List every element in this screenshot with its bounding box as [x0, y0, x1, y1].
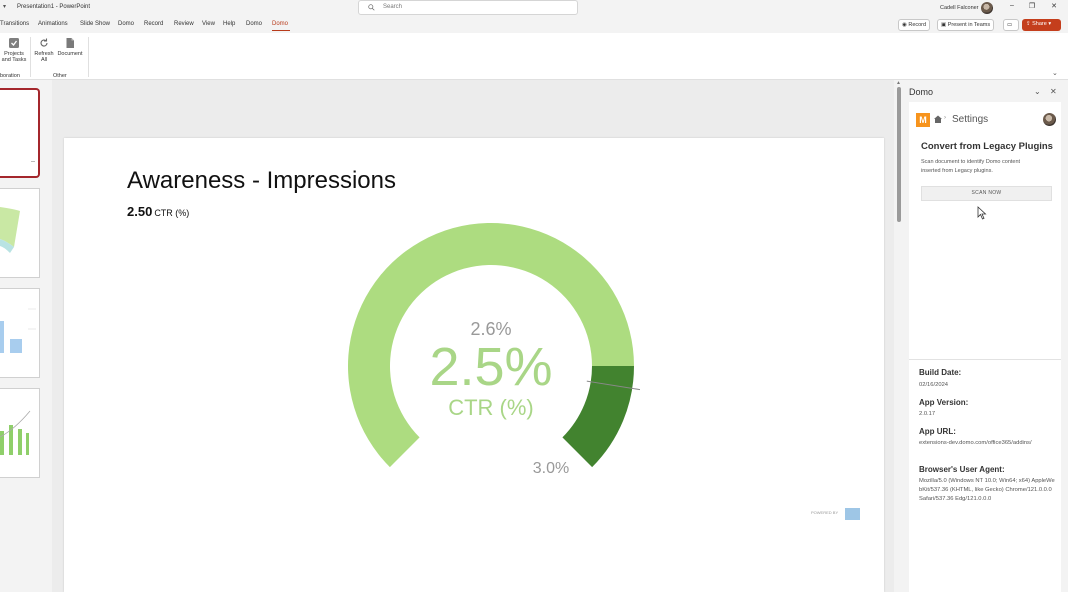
slide-title: Awareness - Impressions	[127, 167, 396, 194]
record-icon: ◉	[902, 22, 907, 28]
slide-thumbnail-2[interactable]	[0, 188, 40, 278]
menu-domo[interactable]: Domo	[118, 21, 134, 27]
gauge-label-text: CTR (%)	[448, 395, 534, 420]
slide-thumbnail-4[interactable]	[0, 388, 40, 478]
user-avatar[interactable]	[981, 2, 993, 14]
scrollbar-thumb[interactable]	[897, 87, 901, 222]
pane-options-chevron-icon[interactable]: ⌄	[1034, 87, 1041, 96]
domo-m-logo-icon: M	[916, 113, 930, 127]
collaboration-group-label: boration	[0, 73, 20, 79]
ribbon-separator	[88, 37, 89, 77]
slide-thumbnail-1[interactable]	[0, 88, 40, 178]
home-icon[interactable]	[933, 114, 943, 124]
thumb-bar-chart-graphic	[0, 308, 36, 353]
pane-title: Domo	[909, 87, 934, 97]
close-window-icon[interactable]: ✕	[1048, 2, 1060, 12]
search-placeholder: Search	[383, 4, 403, 10]
menu-domo-2[interactable]: Domo	[246, 21, 262, 27]
app-url-value: extensions-dev.domo.com/office365/addins…	[919, 440, 1032, 446]
projects-and-tasks-button[interactable]: Projects and Tasks	[1, 37, 27, 63]
share-button-label: Share	[1032, 21, 1047, 27]
share-button[interactable]: ⇪ Share ▾	[1022, 19, 1061, 31]
present-in-teams-label: Present in Teams	[947, 22, 991, 28]
ctr-summary-label: CTR (%)	[154, 208, 190, 218]
quick-access-chevron-icon[interactable]: ▾	[3, 3, 6, 10]
record-button[interactable]: ◉ Record	[898, 19, 931, 31]
refresh-icon	[40, 38, 48, 47]
menu-record[interactable]: Record	[144, 21, 163, 27]
build-date-label: Build Date:	[919, 368, 962, 377]
domo-task-pane: Domo ⌄ ✕ M › Settings Convert from Legac…	[906, 80, 1068, 592]
projects-tasks-icon	[9, 38, 19, 48]
menu-animations[interactable]: Animations	[38, 21, 68, 27]
user-name[interactable]: Cadell Falconer	[940, 5, 979, 11]
title-bar: ▾ Presentation1 - PowerPoint Search Cade…	[0, 0, 1068, 17]
user-agent-value: Mozilla/5.0 (Windows NT 10.0; Win64; x64…	[919, 478, 1055, 502]
gauge-target-label: 2.6%	[470, 319, 511, 339]
record-button-label: Record	[908, 22, 927, 28]
pane-content: M › Settings Convert from Legacy Plugins…	[909, 102, 1061, 592]
restore-icon[interactable]: ❐	[1026, 2, 1038, 12]
ribbon-separator	[30, 37, 31, 77]
pane-user-avatar[interactable]	[1043, 113, 1056, 126]
other-group-label: Other	[53, 73, 67, 79]
gauge-value-text: 2.5%	[429, 337, 552, 397]
menu-view[interactable]: View	[202, 21, 215, 27]
refresh-all-label: Refresh All	[34, 51, 54, 63]
slide-thumbnails-pane	[0, 80, 52, 592]
slide[interactable]: Awareness - Impressions 2.50 CTR (%) 2.6%…	[64, 138, 884, 592]
convert-description: Scan document to identify Domo content i…	[921, 159, 1021, 174]
window-title: Presentation1 - PowerPoint	[17, 4, 91, 10]
app-version-value: 2.0.17	[919, 411, 936, 417]
user-agent-label: Browser's User Agent:	[919, 465, 1005, 474]
ctr-summary: 2.50 CTR (%)	[127, 204, 189, 219]
convert-heading: Convert from Legacy Plugins	[921, 141, 1053, 152]
pane-close-icon[interactable]: ✕	[1050, 87, 1057, 96]
menu-domo-active[interactable]: Domo	[272, 21, 288, 27]
projects-and-tasks-label: Projects and Tasks	[1, 51, 27, 63]
document-label: Document	[57, 51, 83, 57]
teams-icon: ▣	[941, 22, 947, 28]
ribbon: Projects and Tasks boration Refresh All …	[0, 33, 1068, 80]
menu-transitions[interactable]: Transitions	[0, 21, 29, 27]
vertical-scrollbar[interactable]: ▲	[894, 80, 906, 592]
ribbon-collapse-chevron-icon[interactable]: ⌄	[1052, 69, 1058, 77]
menu-review[interactable]: Review	[174, 21, 194, 27]
app-version-label: App Version:	[919, 398, 969, 407]
app-url-label: App URL:	[919, 427, 956, 436]
share-icon: ⇪	[1026, 21, 1031, 27]
build-date-value: 02/16/2024	[919, 382, 949, 388]
pane-divider	[909, 359, 1061, 360]
comments-button[interactable]: ▭	[1003, 19, 1019, 31]
mouse-cursor-icon	[977, 206, 987, 220]
menu-help[interactable]: Help	[223, 21, 235, 27]
thumb-marker	[31, 161, 35, 162]
ctr-summary-value: 2.50	[127, 204, 153, 219]
present-in-teams-button[interactable]: ▣ Present in Teams	[937, 19, 995, 31]
scroll-up-arrow-icon[interactable]: ▲	[896, 80, 901, 86]
thumb-gauge-graphic	[0, 207, 20, 253]
menu-slide-show[interactable]: Slide Show	[80, 21, 110, 27]
document-icon	[66, 38, 74, 48]
domo-logo	[845, 508, 860, 520]
document-button[interactable]: Document	[55, 37, 85, 57]
slide-thumbnail-3[interactable]	[0, 288, 40, 378]
search-icon	[368, 4, 375, 11]
comment-icon: ▭	[1007, 22, 1013, 28]
breadcrumb-caret-icon: ›	[944, 115, 946, 121]
minimize-icon[interactable]: –	[1006, 2, 1018, 12]
ctr-gauge-chart: 2.6% 2.5% CTR (%) 3.0%	[348, 223, 640, 477]
gauge-max-label: 3.0%	[533, 460, 569, 477]
search-box[interactable]: Search	[358, 0, 578, 15]
gauge-remaining-arc	[562, 366, 634, 468]
thumb-combo-chart-graphic	[0, 410, 31, 455]
scan-now-button[interactable]: SCAN NOW	[921, 186, 1052, 201]
active-tab-indicator	[272, 30, 290, 31]
refresh-all-button[interactable]: Refresh All	[33, 37, 55, 63]
powered-by-text: POWERED BY	[811, 510, 839, 515]
breadcrumb-settings: Settings	[952, 114, 989, 125]
